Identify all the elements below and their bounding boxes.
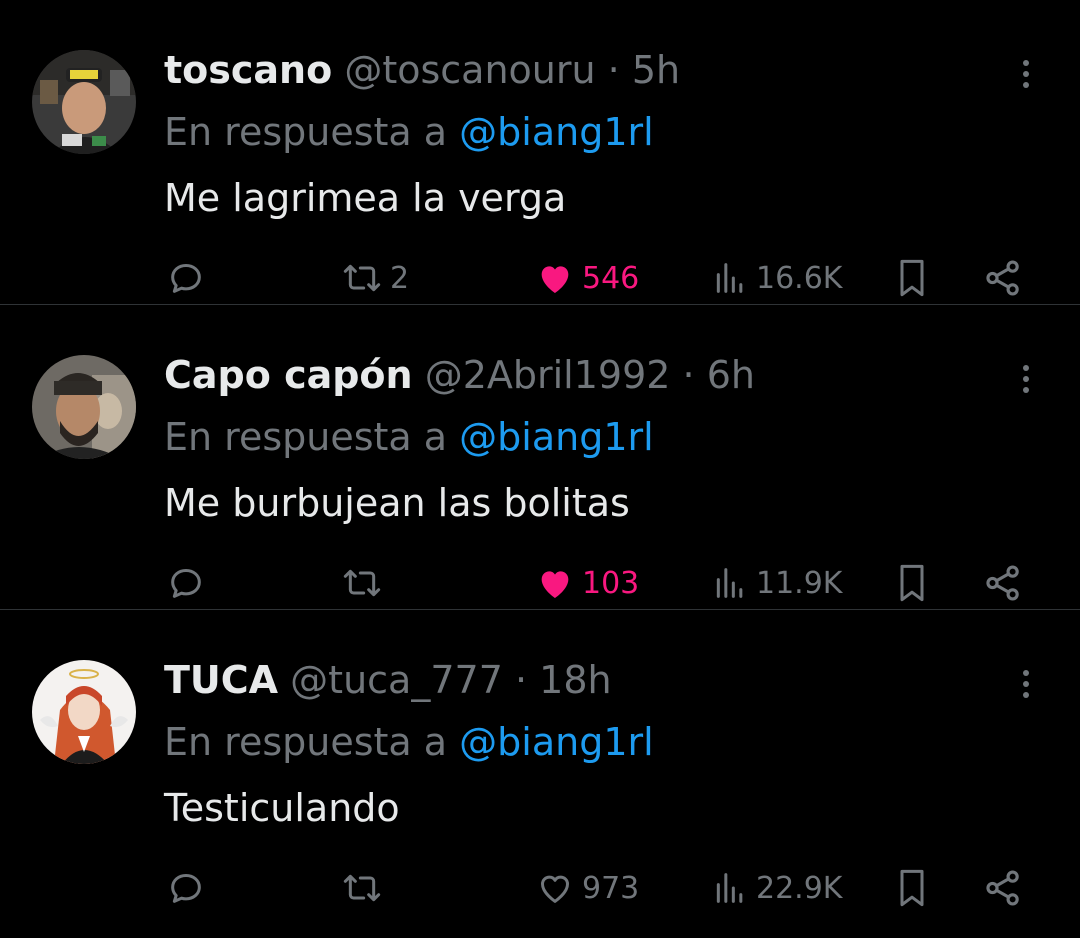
share-button[interactable] <box>982 555 1024 611</box>
action-bar: 973 22.9K <box>0 860 1080 916</box>
bookmark-button[interactable] <box>892 555 932 611</box>
reply-prefix: En respuesta a <box>164 415 448 459</box>
reply-context: En respuesta a @biang1rl <box>164 411 654 463</box>
retweet-button[interactable]: 2 <box>340 250 409 306</box>
bookmark-button[interactable] <box>892 250 932 306</box>
reply-icon <box>171 569 201 598</box>
retweet-count: 2 <box>390 260 410 296</box>
timestamp[interactable]: 6h <box>707 353 755 397</box>
more-options-icon[interactable] <box>1008 662 1044 706</box>
share-button[interactable] <box>982 860 1024 916</box>
retweet-icon <box>343 264 381 292</box>
separator-dot: · <box>682 353 695 397</box>
reply-mention-link[interactable]: @biang1rl <box>459 415 654 459</box>
reply-mention-link[interactable]: @biang1rl <box>459 110 654 154</box>
heart-icon <box>541 266 569 293</box>
reply-feed: toscano @toscanouru · 5h En respuesta a … <box>0 0 1080 938</box>
like-button[interactable]: 973 <box>534 860 639 916</box>
like-button[interactable]: 546 <box>534 250 639 306</box>
reply-icon <box>171 874 201 903</box>
retweet-button[interactable] <box>340 555 390 611</box>
display-name[interactable]: toscano <box>164 48 332 92</box>
view-count: 11.9K <box>756 565 843 601</box>
bookmark-icon <box>900 564 924 602</box>
bookmark-icon <box>900 259 924 297</box>
views-icon <box>716 568 743 598</box>
like-count: 546 <box>582 260 640 296</box>
bookmark-icon <box>900 869 924 907</box>
views-button[interactable]: 22.9K <box>710 860 842 916</box>
tweet-header: TUCA @tuca_777 · 18h <box>164 654 1000 706</box>
retweet-icon <box>343 569 381 597</box>
reply-mention-link[interactable]: @biang1rl <box>459 720 654 764</box>
separator-dot: · <box>607 48 620 92</box>
like-button[interactable]: 103 <box>534 555 639 611</box>
display-name[interactable]: TUCA <box>164 658 278 702</box>
tweet-item[interactable]: Capo capón @2Abril1992 · 6h En respuesta… <box>0 305 1080 610</box>
display-name[interactable]: Capo capón <box>164 353 413 397</box>
avatar[interactable] <box>32 355 136 459</box>
more-options-icon[interactable] <box>1008 52 1044 96</box>
tweet-item[interactable]: TUCA @tuca_777 · 18h En respuesta a @bia… <box>0 610 1080 915</box>
views-icon <box>716 873 743 903</box>
reply-context: En respuesta a @biang1rl <box>164 106 654 158</box>
more-options-icon[interactable] <box>1008 357 1044 401</box>
view-count: 16.6K <box>756 260 843 296</box>
reply-button[interactable] <box>166 555 206 611</box>
tweet-text: Testiculando <box>164 786 400 830</box>
retweet-icon <box>343 874 381 902</box>
like-count: 103 <box>582 565 640 601</box>
tweet-text: Me lagrimea la verga <box>164 176 567 220</box>
view-count: 22.9K <box>756 870 843 906</box>
reply-prefix: En respuesta a <box>164 110 448 154</box>
like-count: 973 <box>582 870 640 906</box>
share-icon <box>986 260 1019 296</box>
separator-dot: · <box>514 658 528 702</box>
share-icon <box>986 870 1019 906</box>
user-handle[interactable]: @tuca_777 <box>290 658 503 702</box>
share-icon <box>986 565 1019 601</box>
heart-icon <box>541 875 569 903</box>
views-button[interactable]: 11.9K <box>710 555 842 611</box>
reply-icon <box>171 264 201 293</box>
heart-icon <box>541 571 569 598</box>
tweet-item[interactable]: toscano @toscanouru · 5h En respuesta a … <box>0 0 1080 305</box>
bookmark-button[interactable] <box>892 860 932 916</box>
reply-context: En respuesta a @biang1rl <box>164 716 654 768</box>
user-handle[interactable]: @toscanouru <box>344 48 595 92</box>
tweet-text: Me burbujean las bolitas <box>164 481 630 525</box>
avatar[interactable] <box>32 50 136 154</box>
tweet-header: Capo capón @2Abril1992 · 6h <box>164 349 1000 401</box>
timestamp[interactable]: 5h <box>632 48 680 92</box>
reply-button[interactable] <box>166 860 206 916</box>
timestamp[interactable]: 18h <box>539 658 611 702</box>
views-button[interactable]: 16.6K <box>710 250 842 306</box>
share-button[interactable] <box>982 250 1024 306</box>
avatar[interactable] <box>32 660 136 764</box>
action-bar: 2 546 16.6K <box>0 250 1080 306</box>
retweet-button[interactable] <box>340 860 390 916</box>
views-icon <box>716 263 743 293</box>
reply-button[interactable] <box>166 250 206 306</box>
reply-prefix: En respuesta a <box>164 720 448 764</box>
user-handle[interactable]: @2Abril1992 <box>425 353 671 397</box>
tweet-header: toscano @toscanouru · 5h <box>164 44 1000 96</box>
action-bar: 103 11.9K <box>0 555 1080 611</box>
